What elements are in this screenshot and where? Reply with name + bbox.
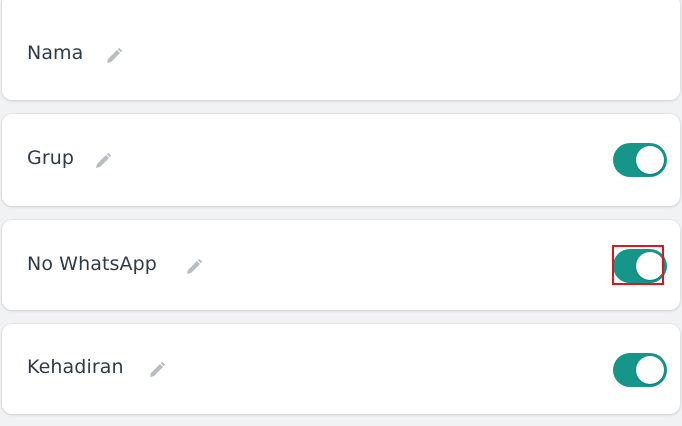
field-label-grup: Grup bbox=[27, 147, 75, 169]
toggle-kehadiran[interactable] bbox=[613, 353, 667, 387]
field-card-no-whatsapp: No WhatsApp bbox=[2, 220, 680, 310]
field-card-grup: Grup bbox=[2, 114, 680, 206]
field-settings-list: Nama Grup No WhatsApp Kehadiran bbox=[0, 0, 682, 426]
field-label-no-whatsapp: No WhatsApp bbox=[27, 253, 157, 275]
toggle-knob bbox=[636, 146, 664, 174]
toggle-knob bbox=[636, 252, 664, 280]
toggle-grup[interactable] bbox=[613, 143, 667, 177]
field-label-nama: Nama bbox=[27, 42, 84, 64]
toggle-no-whatsapp[interactable] bbox=[613, 249, 667, 283]
field-card-nama: Nama bbox=[2, 0, 680, 100]
field-label-kehadiran: Kehadiran bbox=[27, 356, 124, 378]
field-card-kehadiran: Kehadiran bbox=[2, 324, 680, 414]
toggle-knob bbox=[636, 356, 664, 384]
pencil-icon[interactable] bbox=[148, 361, 166, 379]
pencil-icon[interactable] bbox=[105, 47, 123, 65]
pencil-icon[interactable] bbox=[94, 152, 112, 170]
pencil-icon[interactable] bbox=[185, 258, 203, 276]
